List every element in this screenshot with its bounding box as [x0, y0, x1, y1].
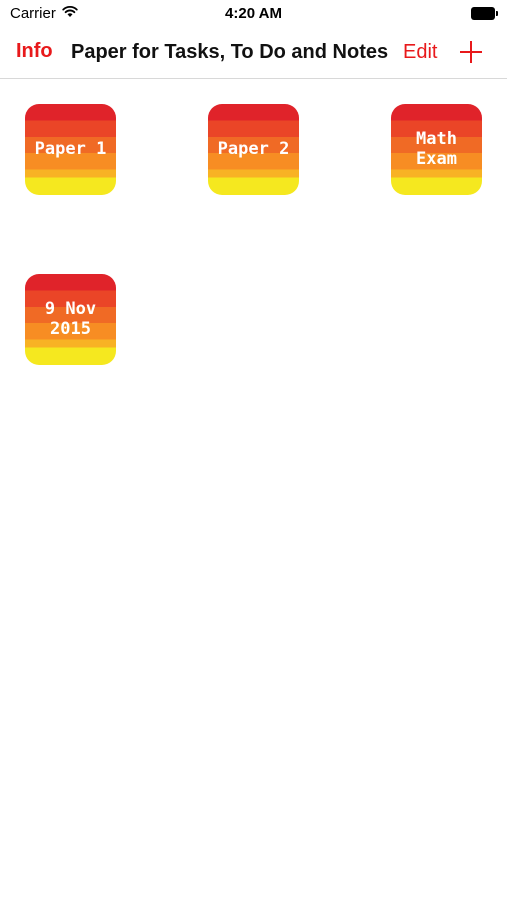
paper-label: Math Exam — [416, 128, 457, 169]
paper-label: Paper 1 — [34, 138, 107, 159]
navigation-bar: Info Paper for Tasks, To Do and Notes Ed… — [0, 28, 507, 79]
paper-item[interactable]: 9 Nov 2015 — [25, 274, 116, 365]
paper-label: 9 Nov 2015 — [44, 298, 97, 339]
plus-icon[interactable] — [459, 40, 483, 64]
paper-item[interactable]: Paper 1 — [25, 104, 116, 195]
paper-item[interactable]: Math Exam — [391, 104, 482, 195]
paper-item[interactable]: Paper 2 — [208, 104, 299, 195]
info-button[interactable]: Info — [16, 40, 53, 63]
clock: 4:20 AM — [225, 5, 282, 22]
battery-icon — [471, 7, 499, 20]
page-title: Paper for Tasks, To Do and Notes — [71, 41, 389, 63]
edit-button[interactable]: Edit — [403, 41, 437, 64]
status-bar: Carrier 4:20 AM — [0, 0, 507, 28]
paper-label: Paper 2 — [217, 138, 290, 159]
screen: Carrier 4:20 AM Info Paper for Tasks, To… — [0, 0, 507, 900]
